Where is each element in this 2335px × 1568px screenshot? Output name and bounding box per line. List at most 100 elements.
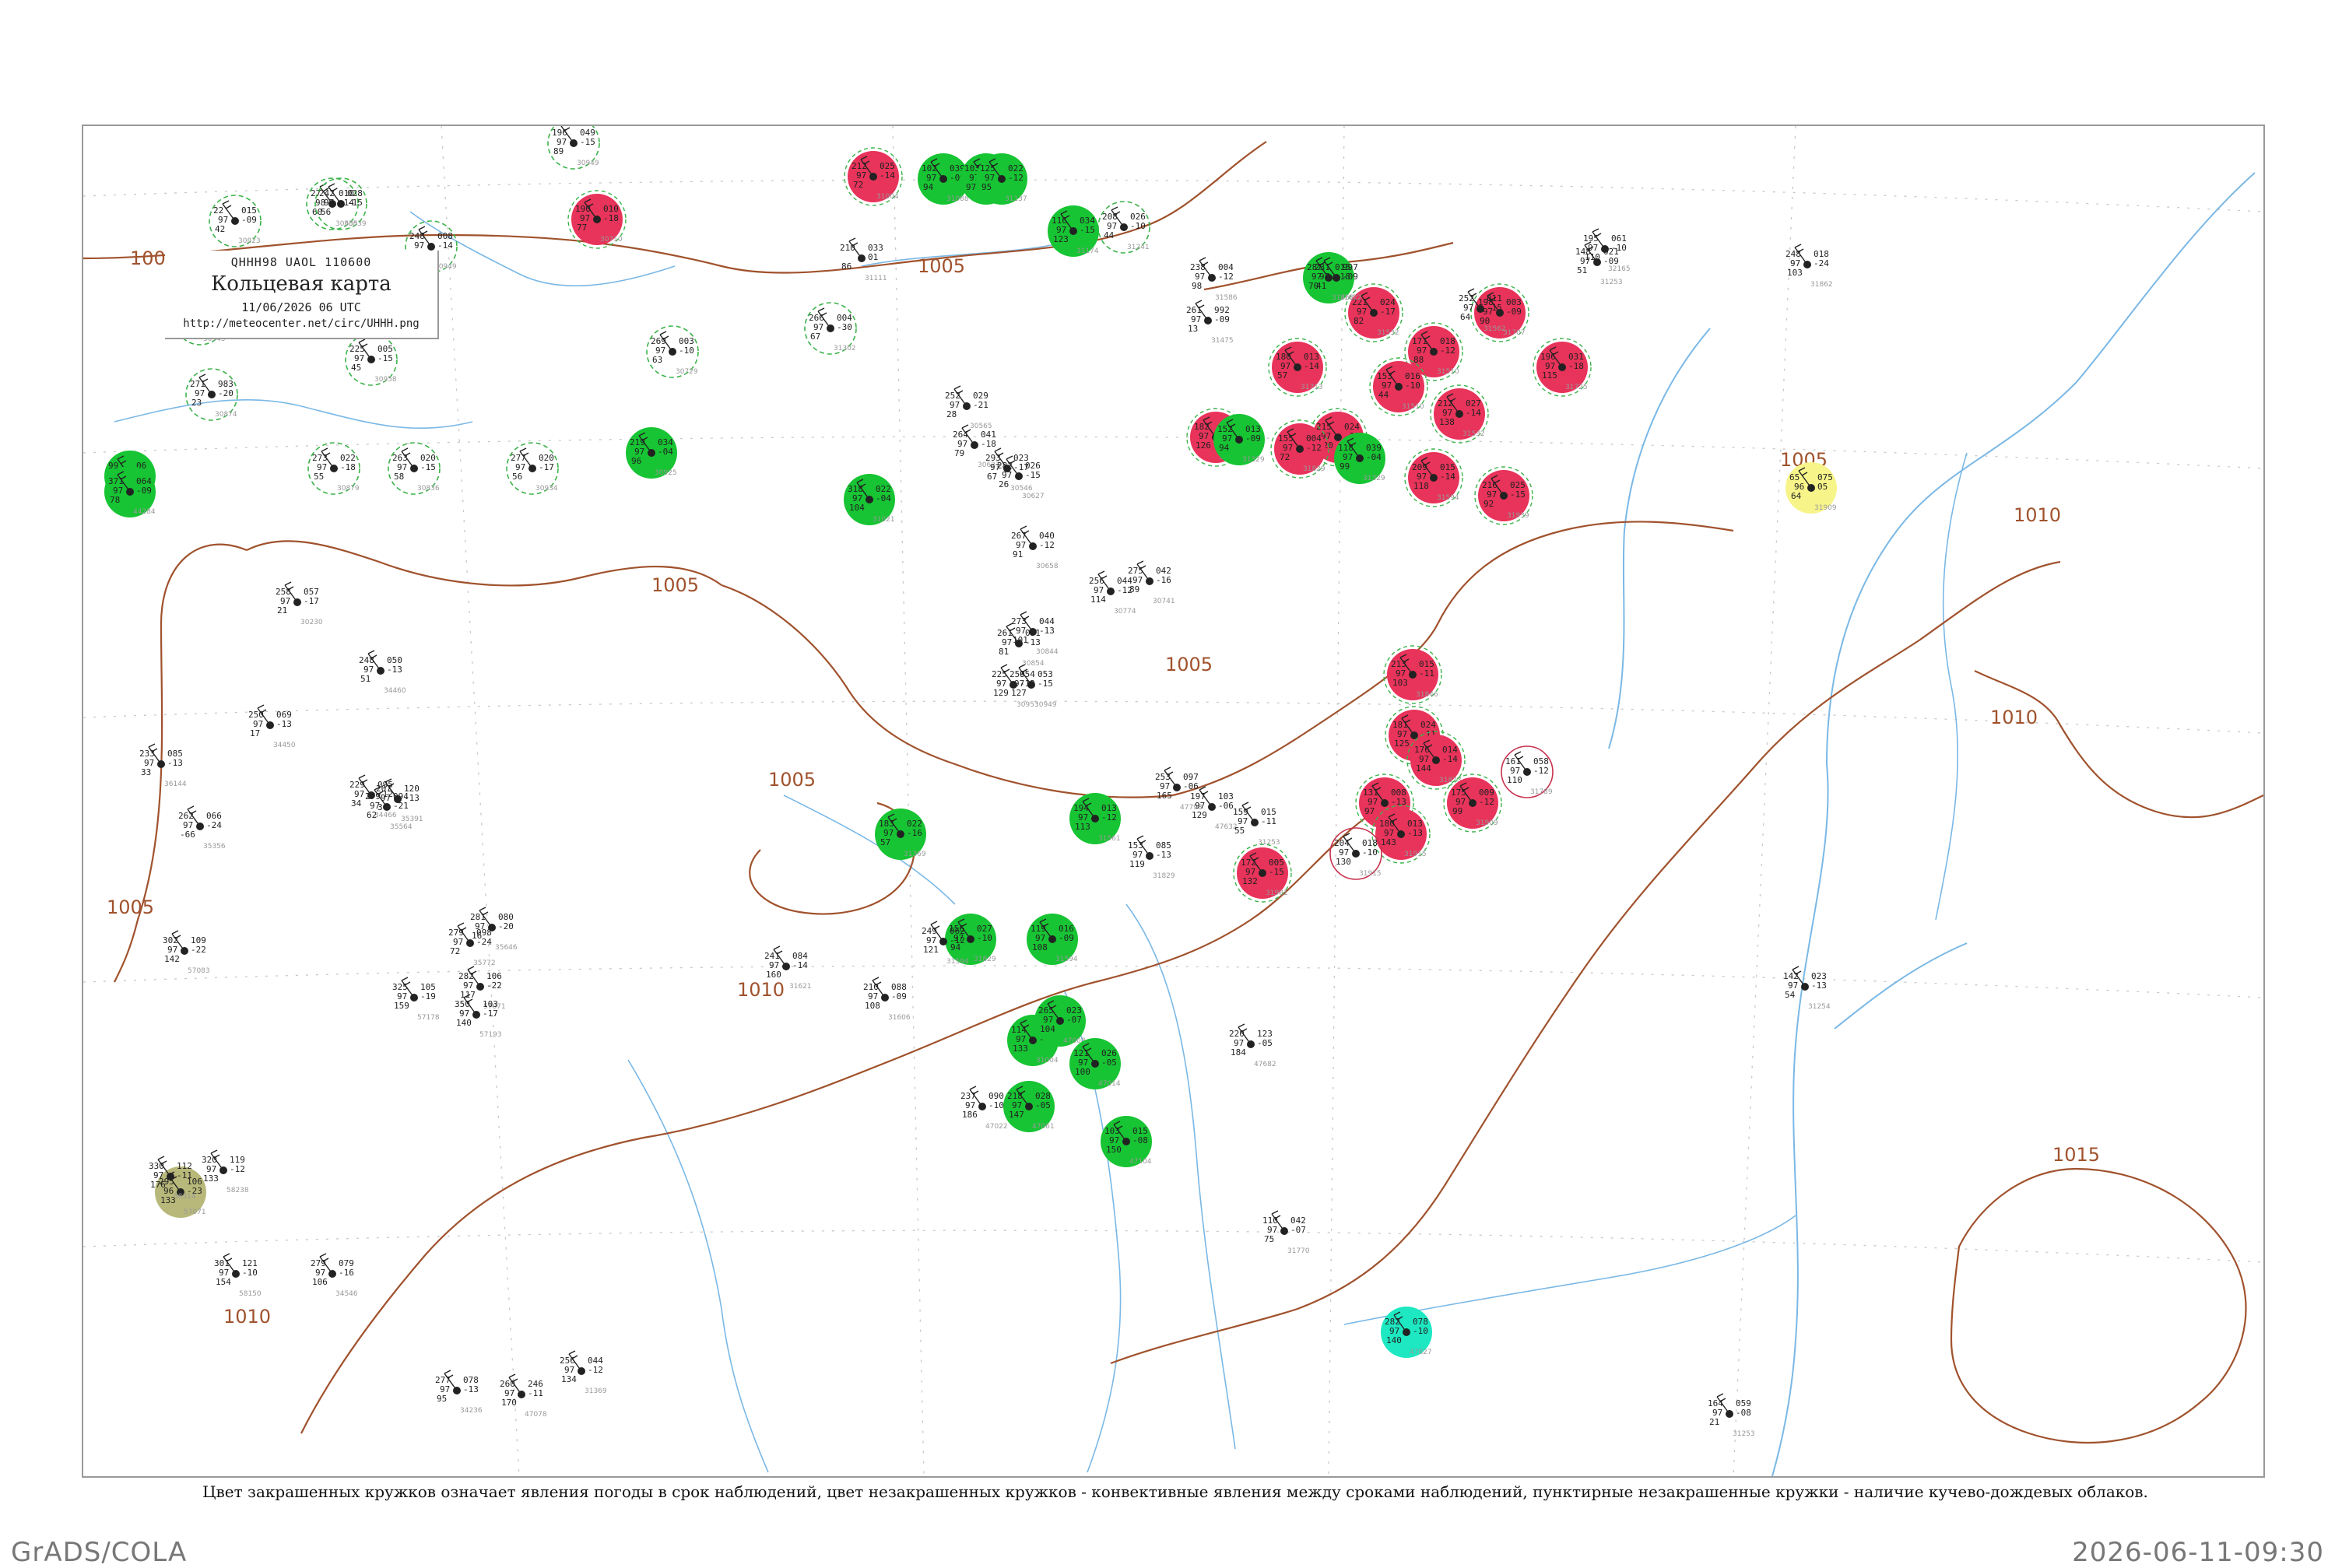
station-index: 57193 — [479, 1031, 502, 1039]
station-temperature: 97 — [1364, 806, 1375, 816]
isobar-label: 1005 — [918, 255, 965, 277]
station-temperature: 106 — [312, 1277, 328, 1287]
station-temperature: 91 — [1013, 549, 1023, 559]
station-temperature: 96 — [631, 456, 641, 466]
station-temperature: 127 — [1011, 688, 1027, 698]
station-index: 58150 — [239, 1290, 262, 1298]
station-index: 35772 — [473, 959, 496, 967]
station-tendency: -12 — [1117, 585, 1132, 595]
station-temperature: 119 — [1129, 859, 1145, 869]
station-temperature: 140 — [456, 1018, 472, 1028]
station-index: 31789 — [1530, 788, 1553, 796]
station-plot: 26297-66066-2435356 — [178, 805, 226, 851]
station-plot: 2489751050-1334460 — [359, 650, 406, 695]
station-tendency: -13 — [1156, 850, 1171, 860]
station-plot: 2619713992-0931475 — [1186, 300, 1234, 345]
station-temperature: 129 — [993, 688, 1009, 698]
station-tendency: -05 — [1257, 1038, 1273, 1048]
station-plot: 1599755015-1131253 — [1233, 802, 1280, 847]
station-tendency: -11 — [1261, 816, 1276, 826]
station-index: 30627 — [1022, 493, 1045, 500]
station-tendency: -12 — [1533, 766, 1549, 776]
station-index: 31939 — [1507, 512, 1529, 520]
station-temperature: 57 — [1277, 370, 1287, 381]
station-index: 31369 — [585, 1387, 607, 1395]
station-index: 35564 — [390, 823, 413, 831]
station-plot: 229742015-0930823 — [209, 195, 262, 247]
station-index: 30710 — [600, 236, 623, 244]
station-temperature: 64 — [1791, 491, 1802, 501]
station-index: 44284 — [133, 508, 156, 516]
station-plot: 2259745005-1530958 — [345, 333, 398, 386]
station-temperature: 100 — [1075, 1067, 1090, 1077]
station-tendency: -09 — [1214, 314, 1230, 324]
isobar-label: 1010 — [223, 1306, 271, 1328]
station-temperature: 133 — [1013, 1044, 1028, 1054]
station-plot: 27997106079-1634546 — [311, 1253, 358, 1298]
station-temperature: 13 — [1188, 324, 1198, 334]
station-plot: 6596640750531909 — [1785, 462, 1837, 514]
station-tendency: -14 — [880, 170, 895, 181]
station-tendency: -12 — [950, 935, 965, 945]
isobar-label: 1005 — [651, 574, 699, 596]
station-tendency: -24 — [206, 820, 222, 830]
station-temperature: 42 — [215, 224, 225, 234]
station-temperature: 95 — [981, 182, 992, 192]
station-index: 31561 — [1098, 835, 1121, 843]
station-index: 31088 — [946, 195, 969, 203]
station-plot: 18097143013-1331915 — [1371, 805, 1431, 864]
station-tendency: -10 — [242, 1268, 258, 1278]
station-index: 31622 — [1340, 294, 1362, 302]
station-index: 31909 — [1476, 819, 1498, 827]
station-temperature: 75 — [1264, 1234, 1274, 1244]
station-plot: 2779756020-1730934 — [506, 442, 559, 495]
station-tendency: -18 — [981, 439, 996, 449]
station-temperature: 138 — [1439, 417, 1455, 427]
station-temperature: 147 — [1009, 1110, 1024, 1120]
station-plot: 20997118015-1431594 — [1404, 448, 1463, 507]
station-plot: 12197100026-0547014 — [1069, 1038, 1121, 1089]
station-index: 31021 — [873, 516, 895, 524]
station-plot: 2199796034-0430925 — [626, 427, 677, 479]
station-index: 34450 — [273, 742, 296, 749]
station-index: 31594 — [946, 958, 969, 966]
station-index: 31725 — [1565, 384, 1588, 391]
station-tendency: -13 — [1025, 637, 1041, 647]
station-index: 31829 — [1153, 872, 1175, 880]
station-temperature: 123 — [1053, 234, 1069, 244]
station-index: 31253 — [1600, 279, 1623, 286]
station-tendency: -06 — [1218, 801, 1234, 811]
station-temperature: 92 — [1484, 499, 1494, 509]
station-plot: 3719778064-0944284 — [104, 466, 156, 517]
station-temperature: 115 — [1542, 370, 1557, 381]
station-plot: 2169792025-1531939 — [1474, 466, 1533, 525]
station-temperature: 132 — [1242, 876, 1258, 886]
station-tendency: -09 — [1506, 307, 1522, 317]
source-url: http://meteocenter.net/circ/UHHH.png — [183, 317, 420, 330]
station-tendency: -09 — [136, 486, 152, 496]
rivers-and-coast — [114, 172, 2256, 1476]
station-tendency: -05 — [1101, 1058, 1117, 1068]
station-plot: 20497130018-1031915 — [1329, 827, 1382, 880]
station-plot: 1109775042-0731770 — [1262, 1210, 1310, 1255]
station-index: 34466 — [374, 812, 397, 819]
station-index: 31004 — [1036, 1057, 1059, 1065]
station-plot: 10397150015-0847104 — [1101, 1116, 1152, 1167]
station-index: 30836 — [417, 485, 440, 493]
station-temperature: 186 — [962, 1110, 978, 1120]
station-index: 31253 — [1733, 1430, 1755, 1438]
station-plot: 2529728029-2130565 — [945, 385, 992, 430]
station-temperature: 165 — [1157, 791, 1172, 801]
station-tendency: -20 — [498, 921, 514, 931]
station-index: 31707 — [1503, 329, 1526, 337]
station-index: 31586 — [1215, 294, 1238, 302]
footer-timestamp: 2026-06-11-09:30 — [2072, 1537, 2324, 1568]
station-index: 31302 — [834, 345, 856, 353]
station-index: 31241 — [1127, 244, 1150, 251]
station-plot: 21897147028-0547061 — [1003, 1081, 1055, 1132]
station-plot: 32597159105-1957178 — [392, 977, 440, 1022]
station-temperature: 56 — [512, 472, 522, 482]
station-temperature: 133 — [203, 1173, 219, 1184]
station-index: 31510 — [1402, 403, 1424, 411]
station-tendency: -14 — [1440, 472, 1455, 482]
